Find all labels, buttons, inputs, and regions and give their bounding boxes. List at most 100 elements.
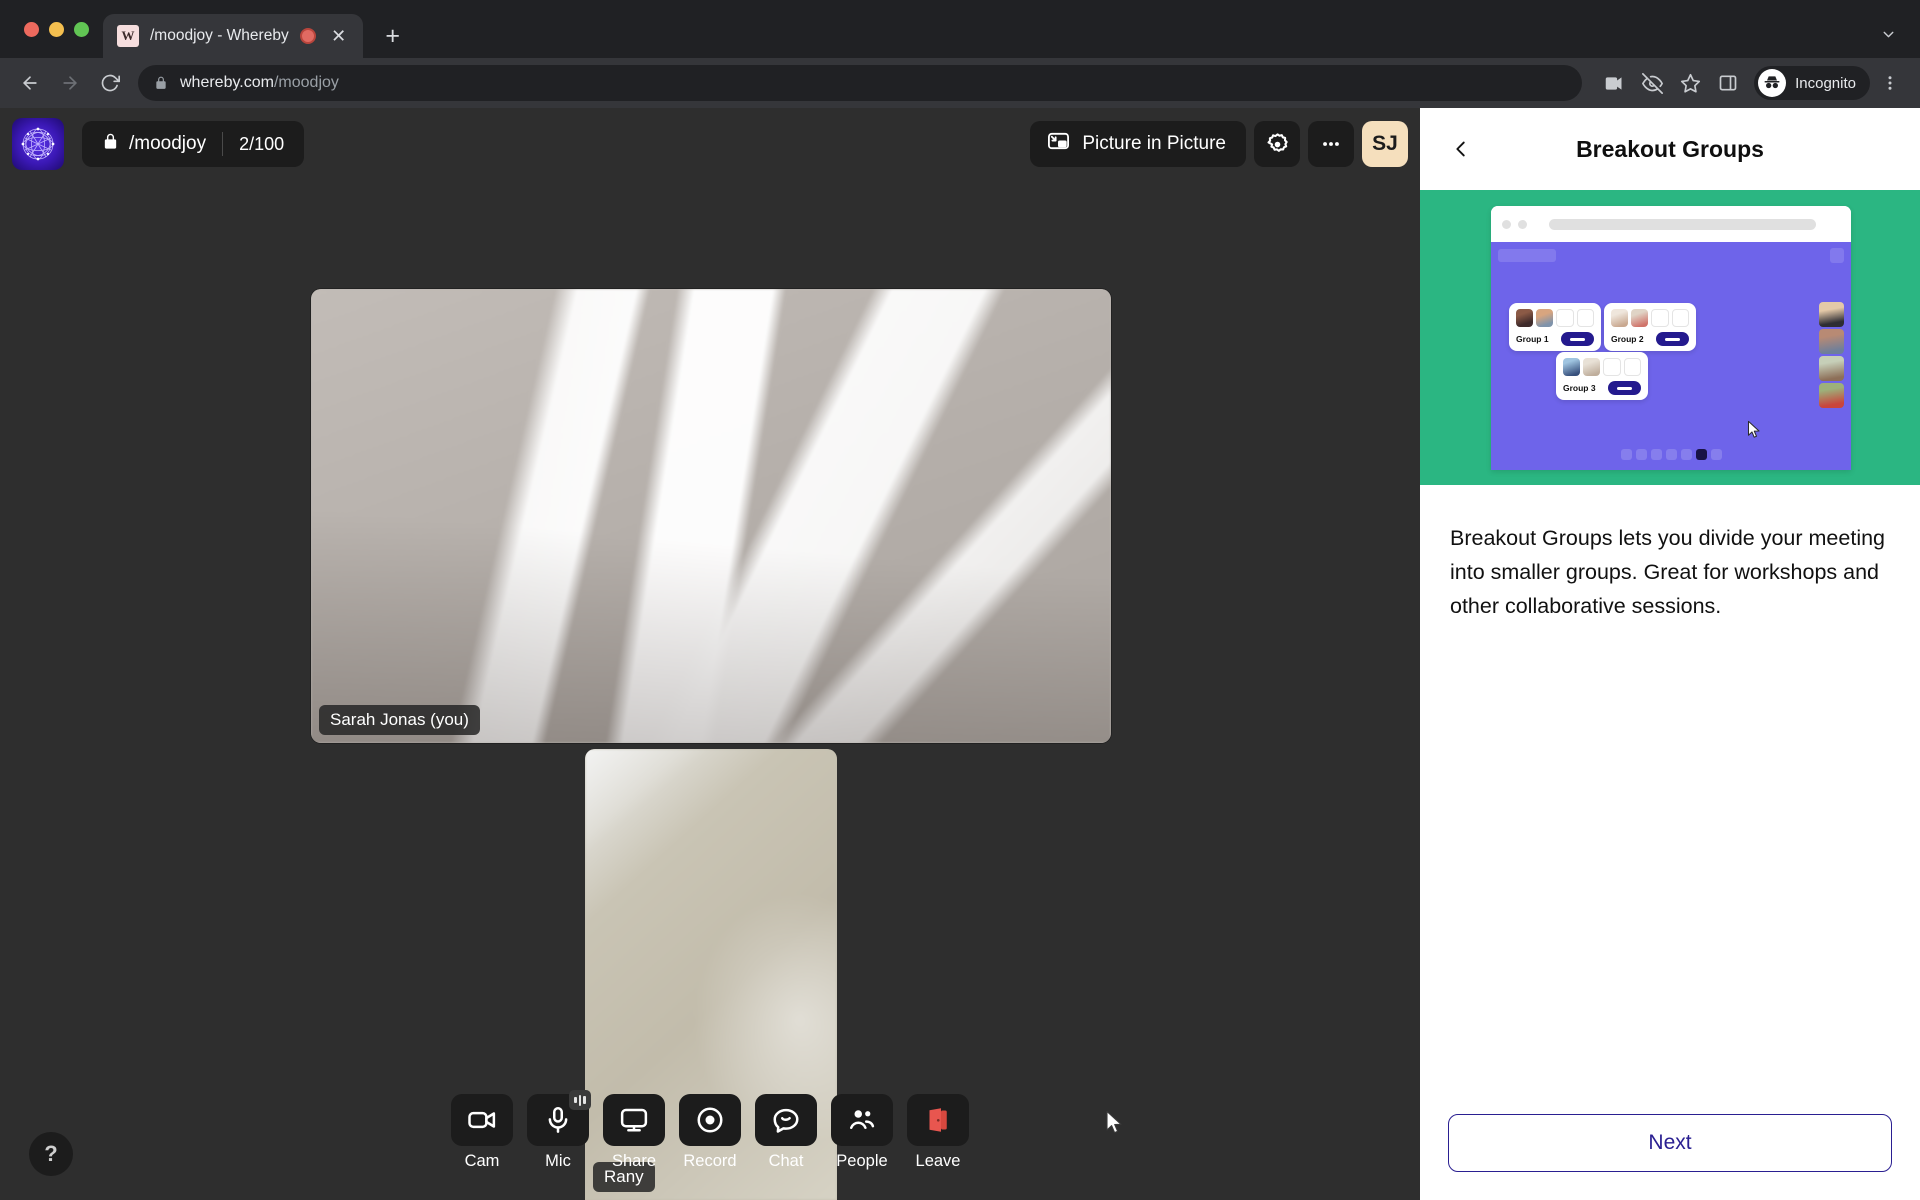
whereby-app: /moodjoy 2/100 Picture in Picture SJ Sar… (0, 108, 1920, 1200)
illustration-group-thumbs (1516, 309, 1594, 327)
illustration-group-button (1608, 381, 1641, 395)
illustration-empty-slot (1603, 358, 1621, 376)
whereby-room-logo (12, 118, 64, 170)
illustration-group-thumbs (1611, 309, 1689, 327)
illustration-empty-slot (1671, 309, 1689, 327)
video-tile-main[interactable]: Sarah Jonas (you) (311, 289, 1111, 743)
incognito-icon (1758, 69, 1787, 97)
control-cam[interactable]: Cam (449, 1094, 515, 1171)
illustration-avatar (1819, 383, 1844, 408)
control-chat[interactable]: Chat (753, 1094, 819, 1171)
chevron-left-icon[interactable] (1444, 132, 1478, 166)
illustration-side-participants (1819, 302, 1844, 408)
browser-chrome: W /moodjoy - Whereby ✕ + whereby.com/moo… (0, 0, 1920, 108)
control-label: People (836, 1152, 888, 1170)
minimize-window-button[interactable] (49, 21, 64, 37)
illustration-group-label: Group 1 (1516, 334, 1549, 344)
illustration-pager-dots (1491, 449, 1851, 460)
incognito-profile-button[interactable]: Incognito (1754, 66, 1870, 100)
control-label: Share (611, 1152, 657, 1170)
illustration-empty-slot (1556, 309, 1574, 327)
control-label: Chat (768, 1152, 804, 1170)
browser-tab-active[interactable]: W /moodjoy - Whereby ✕ (103, 14, 363, 58)
illustration-pager-dot-active (1695, 449, 1707, 460)
whereby-favicon: W (117, 25, 139, 47)
illustration-group-button (1656, 332, 1689, 346)
maximize-window-button[interactable] (74, 21, 89, 37)
illustration-avatar (1516, 309, 1534, 327)
user-avatar[interactable]: SJ (1362, 121, 1408, 167)
three-dot-menu-icon[interactable] (1872, 65, 1908, 101)
room-header: /moodjoy 2/100 Picture in Picture SJ (12, 118, 1408, 170)
illustration-avatar (1819, 356, 1844, 381)
control-mic[interactable]: Mic (525, 1090, 591, 1171)
address-bar-url: whereby.com/moodjoy (180, 74, 339, 92)
illustration-avatar (1819, 302, 1844, 327)
control-label: Leave (915, 1152, 961, 1170)
illustration-group-label: Group 3 (1563, 383, 1596, 393)
new-tab-button[interactable]: + (375, 18, 411, 54)
illustration-pager-dot (1650, 449, 1662, 460)
recording-dot-icon (299, 28, 316, 44)
video-feed (311, 289, 1111, 743)
close-window-button[interactable] (24, 21, 39, 37)
video-camera-icon[interactable] (1596, 65, 1632, 101)
picture-in-picture-button[interactable]: Picture in Picture (1030, 121, 1246, 167)
incognito-label: Incognito (1795, 74, 1856, 92)
eye-off-icon[interactable] (1634, 65, 1670, 101)
illustration-avatar (1819, 329, 1844, 354)
control-record[interactable]: Record (677, 1094, 743, 1171)
illustration-group-card: Group 2 (1604, 303, 1696, 351)
back-arrow-icon[interactable] (12, 65, 48, 101)
leave-door-icon (907, 1094, 969, 1146)
star-icon[interactable] (1672, 65, 1708, 101)
control-share[interactable]: Share (601, 1094, 667, 1171)
illustration-avatar (1631, 309, 1649, 327)
panel-description: Breakout Groups lets you divide your mee… (1450, 526, 1886, 618)
illustration-app-body: Group 1 Group 2 Group 3 (1491, 242, 1851, 470)
control-people[interactable]: People (829, 1094, 895, 1171)
screen-share-icon (603, 1094, 665, 1146)
three-dot-menu-icon[interactable] (1308, 121, 1354, 167)
chat-bubble-icon (755, 1094, 817, 1146)
picture-in-picture-icon (1047, 130, 1070, 159)
chevron-down-icon[interactable] (1870, 16, 1906, 52)
control-leave[interactable]: Leave (905, 1094, 971, 1171)
illustration-empty-slot (1576, 309, 1594, 327)
control-label: Cam (464, 1152, 500, 1170)
meeting-controls-bar: Cam Mic Share Record Chat People Leave (0, 1086, 1420, 1200)
illustration-browser-mock: Group 1 Group 2 Group 3 (1491, 206, 1851, 470)
browser-tabstrip: W /moodjoy - Whereby ✕ + (0, 0, 1920, 58)
illustration-dot (1518, 219, 1527, 229)
illustration-group-thumbs (1563, 358, 1641, 376)
gear-icon[interactable] (1254, 121, 1300, 167)
illustration-pager-dot (1710, 449, 1722, 460)
reload-icon[interactable] (92, 65, 128, 101)
next-button[interactable]: Next (1448, 1114, 1892, 1172)
illustration-avatar (1563, 358, 1581, 376)
browser-toolbar: whereby.com/moodjoy Incognito (0, 58, 1920, 108)
panel-title: Breakout Groups (1576, 135, 1764, 162)
illustration-group-button (1561, 332, 1594, 346)
side-panel-icon[interactable] (1710, 65, 1746, 101)
room-name-label: /moodjoy (129, 133, 207, 154)
illustration-group-card: Group 1 (1509, 303, 1601, 351)
panel-header: Breakout Groups (1420, 108, 1920, 190)
address-bar[interactable]: whereby.com/moodjoy (138, 65, 1583, 101)
close-icon[interactable]: ✕ (327, 24, 351, 48)
forward-arrow-icon[interactable] (52, 65, 88, 101)
breakout-groups-illustration: Group 1 Group 2 Group 3 (1420, 190, 1920, 485)
illustration-group-row: Group 2 (1611, 332, 1689, 346)
mouse-cursor-icon (1105, 1110, 1125, 1141)
breakout-groups-panel: Breakout Groups Group 1 Group 2 Group 3 … (1420, 108, 1920, 1200)
record-icon (679, 1094, 741, 1146)
panel-footer: Next (1420, 1114, 1920, 1200)
toolbar-actions: Incognito (1596, 65, 1908, 101)
lock-icon (102, 133, 119, 156)
illustration-group-row: Group 1 (1516, 332, 1594, 346)
room-name-segment: /moodjoy (86, 121, 222, 167)
room-name-pill[interactable]: /moodjoy 2/100 (82, 121, 305, 167)
illustration-group-label: Group 2 (1611, 334, 1644, 344)
illustration-group-card: Group 3 (1556, 352, 1648, 400)
camera-icon (451, 1094, 513, 1146)
